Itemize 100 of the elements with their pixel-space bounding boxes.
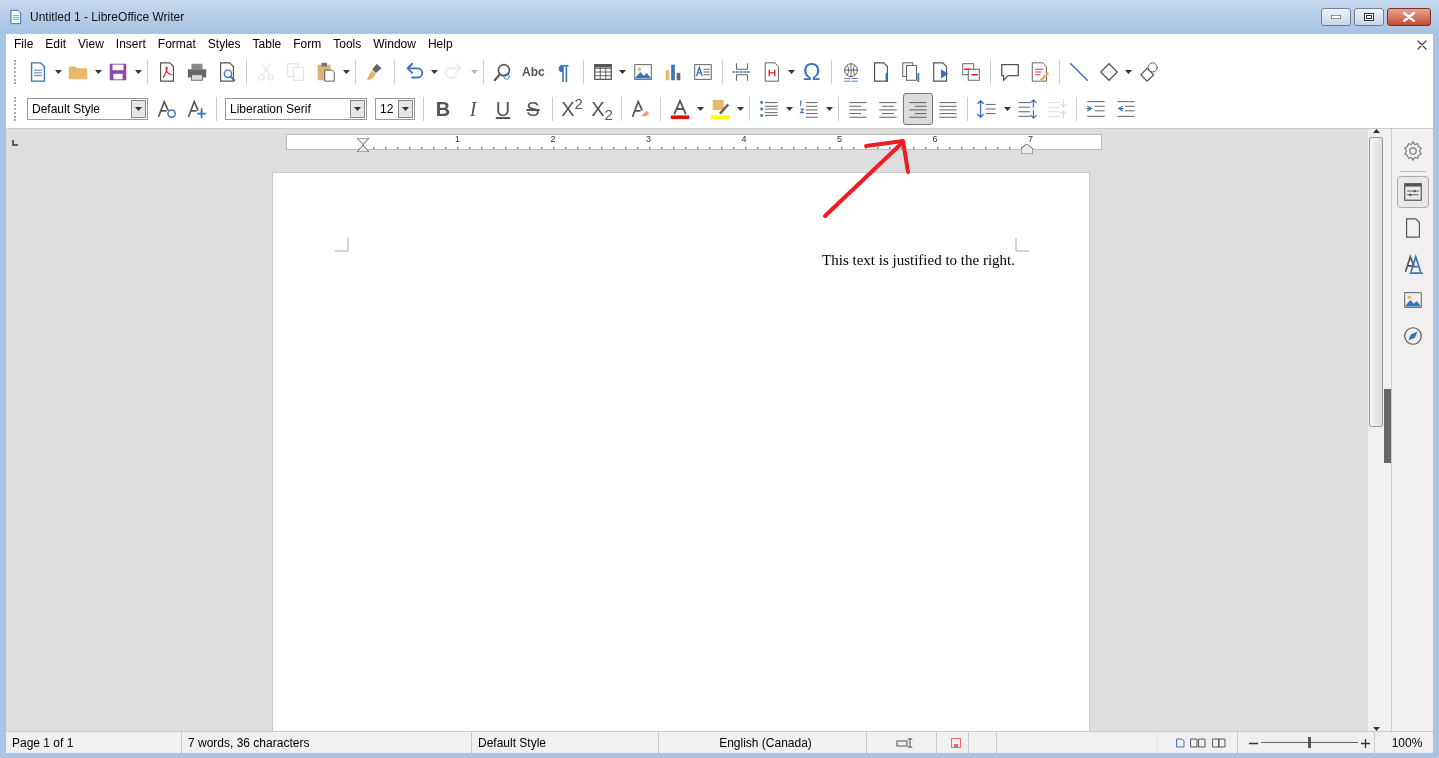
ruler-number: 4 [741,135,747,144]
align-right-button[interactable] [903,93,933,125]
restore-icon [1364,13,1374,21]
shapes-icon [1137,61,1160,83]
selection-mode-icon [895,737,914,748]
navigator-icon [1401,325,1424,347]
tab-stop-icon [12,139,18,146]
caret-icon [1125,70,1133,74]
language: English (Canada) [719,734,812,752]
endnote-icon [899,61,922,83]
diamond-icon [1097,61,1120,83]
caret-icon [54,70,62,74]
gallery-icon [1401,289,1424,311]
caret-icon [354,107,361,111]
ruler-number: 5 [837,135,842,144]
close-icon [1417,39,1427,50]
page-layout-icon [1175,737,1226,748]
menu-item[interactable]: Styles [201,35,247,53]
sidebar-collapse-handle[interactable] [1384,389,1391,463]
word-count: 7 words, 36 characters [188,734,310,752]
menu-item[interactable]: Tools [327,35,368,53]
spacing-increase-icon [1016,98,1038,120]
spacing-decrease-icon [1046,98,1068,120]
menu-item[interactable]: Format [151,35,202,53]
indent-decrease-icon [1115,98,1137,120]
minimize-icon [1331,15,1341,19]
scissors-icon [255,61,277,83]
menu-item[interactable]: Help [421,35,459,53]
caret-icon [696,107,704,111]
caret-icon [342,70,350,74]
menu-item[interactable]: Table [246,35,288,53]
ruler-number: 1 [455,135,460,144]
formatting-marks-button[interactable]: ¶ [548,56,579,88]
speech-bubble-icon [998,61,1021,83]
document-icon [8,8,24,26]
close-icon [1403,12,1415,22]
copy-icon [285,61,307,83]
special-character-button[interactable]: Ω [796,56,827,88]
combo-box[interactable]: Default Style [27,98,148,120]
sidebar-properties-tab[interactable] [1396,176,1429,208]
maximize-button[interactable] [1354,8,1384,26]
ruler-number: 2 [550,135,556,144]
floppy-icon [107,61,129,83]
menu-item[interactable]: Form [287,35,328,53]
underline-button[interactable]: U [488,93,518,125]
highlighter-icon [709,98,731,120]
update-style-icon [156,98,178,120]
eraser-icon [630,98,652,120]
caret-icon [135,107,142,111]
zoom-slider[interactable] [1308,737,1311,748]
font-color-icon [669,98,691,120]
line-icon [1067,61,1090,83]
menu-item[interactable]: View [72,35,110,53]
combo-box[interactable]: 12 [375,98,415,120]
bold-button[interactable]: B [428,93,458,125]
spellcheck-button[interactable]: Abc [518,56,549,88]
caret-icon [134,70,142,74]
right-indent-marker-icon [1021,143,1033,154]
caret-icon [1003,107,1011,111]
caret-icon [788,70,796,74]
caret-icon [785,107,793,111]
zoom-level: 100% [1391,734,1423,752]
ruler-number: 6 [932,135,938,144]
minimize-button[interactable] [1321,8,1351,26]
table-icon [591,61,614,83]
plus-icon [1360,738,1370,748]
menu-item[interactable]: Window [367,35,422,53]
caret-icon [402,107,409,111]
bullet-list-icon [758,98,780,120]
scrollbar-thumb[interactable] [1369,137,1383,427]
menu-item[interactable]: File [8,35,40,53]
clipboard-icon [315,61,337,83]
window-title: Untitled 1 - LibreOffice Writer [30,9,185,26]
margin-corner-icon [335,237,349,252]
close-button[interactable] [1387,8,1431,26]
document-text: This text is justified to the right. [821,251,1015,270]
margin-corner-icon [1015,237,1029,252]
line-spacing-icon [976,98,998,120]
combo-box[interactable]: Liberation Serif [225,98,367,120]
numbered-list-icon [798,98,820,120]
caret-icon [94,70,102,74]
caret-icon [619,70,627,74]
cross-reference-icon [959,61,982,83]
caret-icon [430,70,438,74]
caret-icon [736,107,744,111]
printer-icon [186,61,208,83]
new-style-icon [186,98,208,120]
save-status-icon [950,737,961,748]
italic-button[interactable]: I [458,93,488,125]
subscript-button[interactable]: X$_{2}$ [587,93,617,125]
image-icon [631,61,654,83]
properties-icon [1401,181,1424,203]
menu-item[interactable]: Insert [109,35,152,53]
menu-item[interactable]: Edit [39,35,73,53]
caret-icon [470,70,478,74]
strikethrough-button[interactable]: S [518,93,548,125]
page-break-icon [730,61,753,83]
superscript-button[interactable]: X$^{2}$ [557,93,587,125]
indent-increase-icon [1085,98,1107,120]
indent-marker-icon [357,137,369,152]
